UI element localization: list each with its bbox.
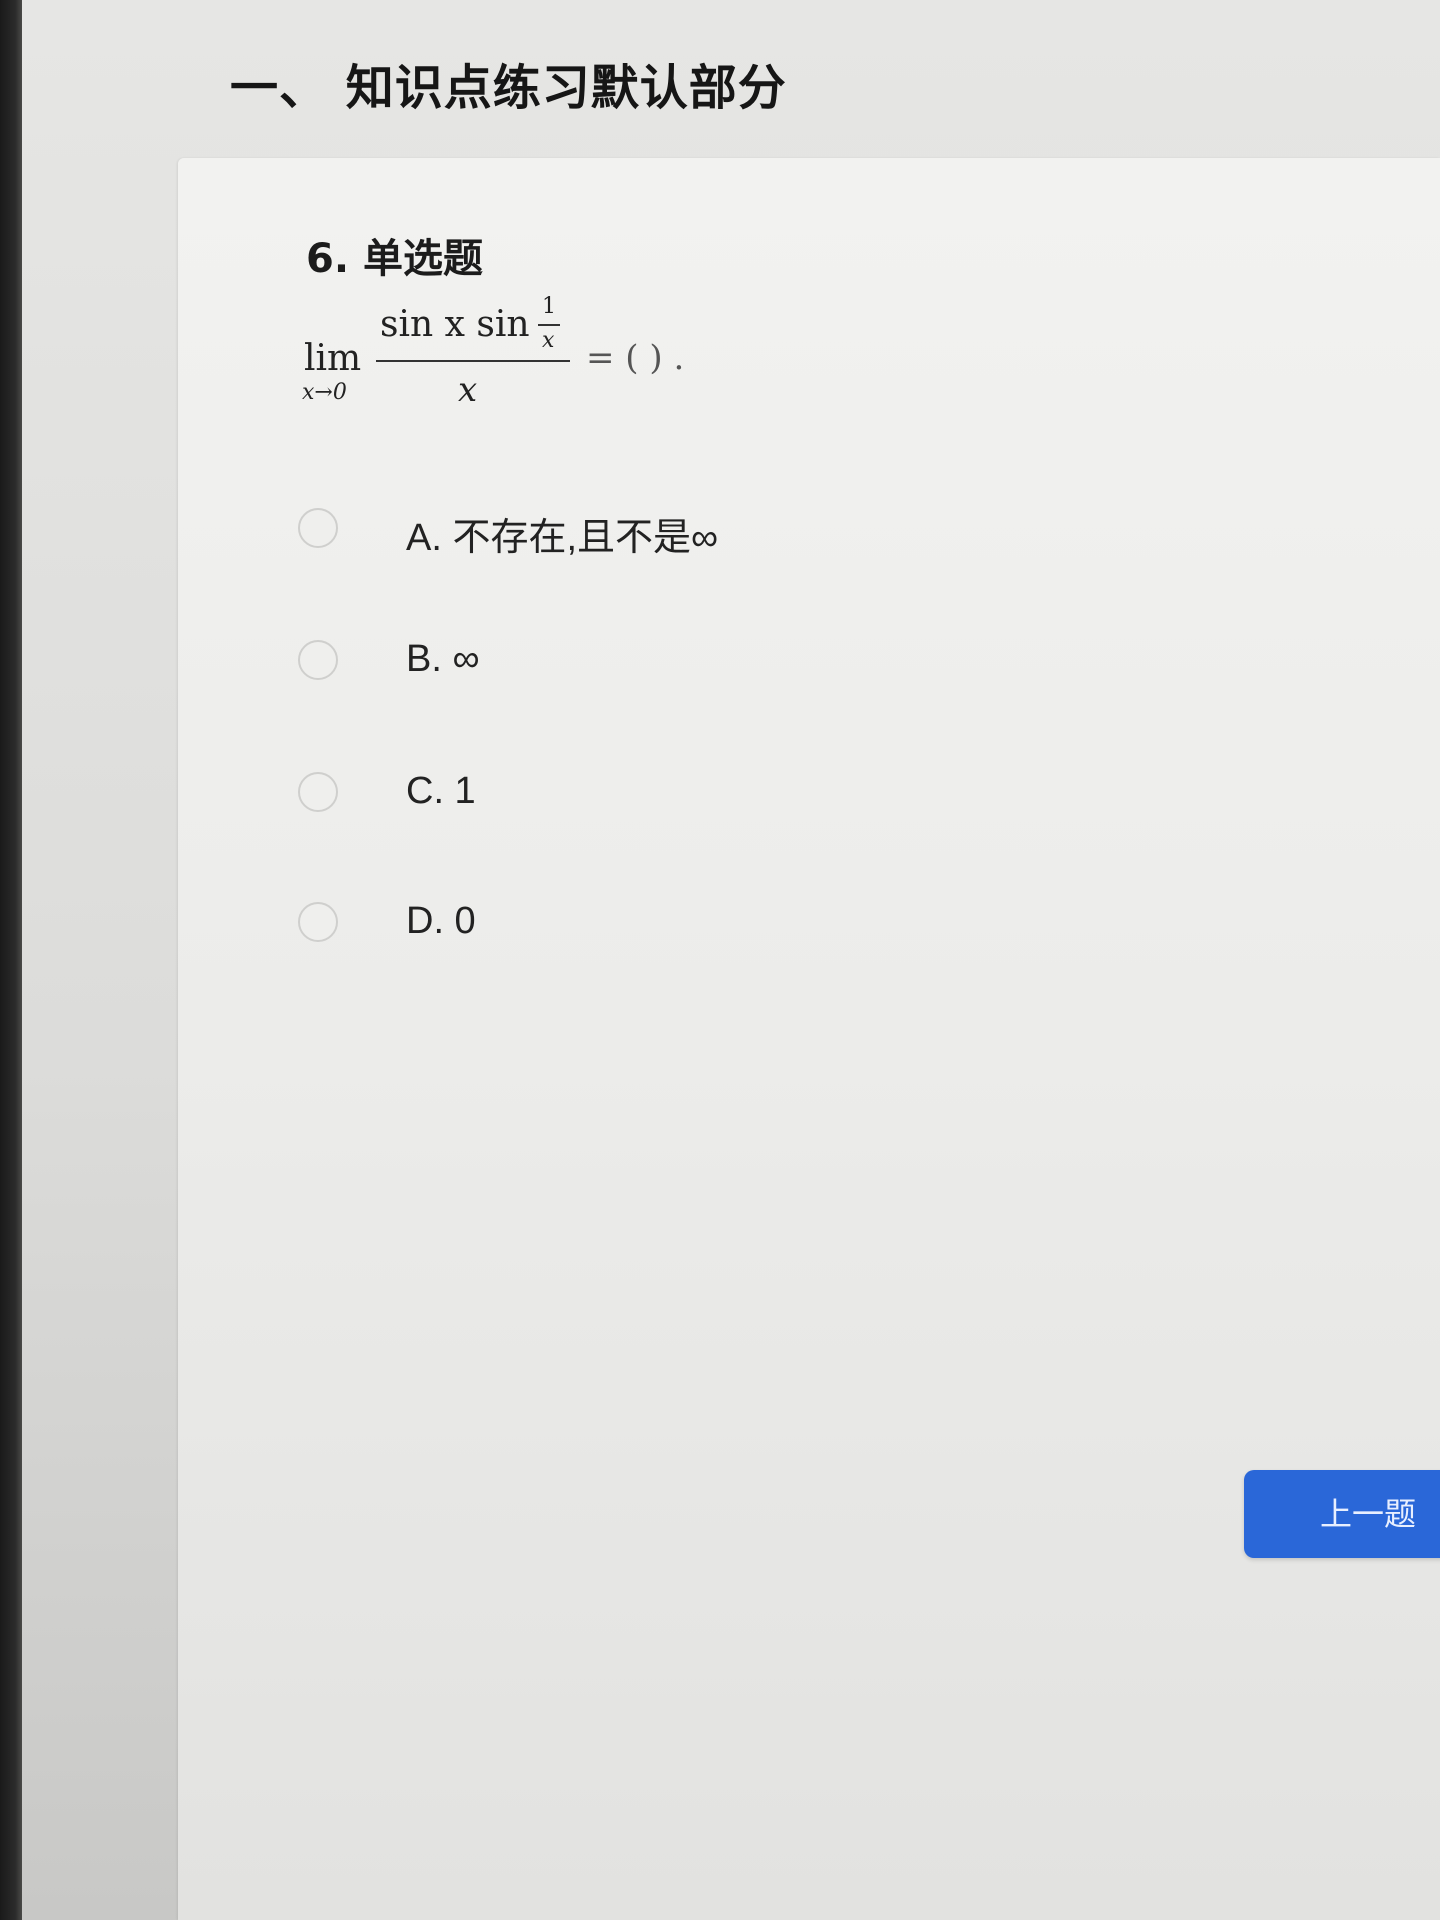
question-card: [178, 158, 1440, 1920]
formula-lim-subscript: x→0: [302, 380, 347, 405]
option-b[interactable]: B. ∞: [290, 632, 990, 692]
option-a[interactable]: A. 不存在,且不是∞: [290, 500, 990, 560]
section-title: 一、 知识点练习默认部分: [230, 60, 787, 116]
prev-question-button[interactable]: 上一题: [1244, 1470, 1440, 1558]
option-d-radio[interactable]: [298, 902, 338, 942]
option-c[interactable]: C. 1: [290, 764, 990, 824]
formula-fraction-bar: [376, 360, 570, 362]
option-b-label: B. ∞: [406, 638, 480, 680]
screen-bezel: [0, 0, 22, 1920]
formula-denominator: x: [458, 370, 478, 410]
formula-numerator: sin x sin: [380, 304, 530, 345]
option-c-label: C. 1: [406, 770, 476, 812]
option-b-radio[interactable]: [298, 640, 338, 680]
question-formula: lim x→0 sin x sin 1 x x = ( ) .: [300, 294, 740, 414]
option-c-radio[interactable]: [298, 772, 338, 812]
option-a-radio[interactable]: [298, 508, 338, 548]
option-d[interactable]: D. 0: [290, 894, 990, 954]
option-d-label: D. 0: [406, 900, 476, 942]
formula-inner-numerator: 1: [542, 294, 556, 319]
option-a-label: A. 不存在,且不是∞: [406, 517, 719, 559]
formula-inner-fraction-bar: [538, 324, 560, 326]
formula-suffix: = ( ) .: [586, 338, 685, 378]
question-header: 6. 单选题: [306, 236, 483, 282]
formula-inner-denominator: x: [542, 328, 555, 353]
formula-lim: lim: [304, 338, 362, 379]
